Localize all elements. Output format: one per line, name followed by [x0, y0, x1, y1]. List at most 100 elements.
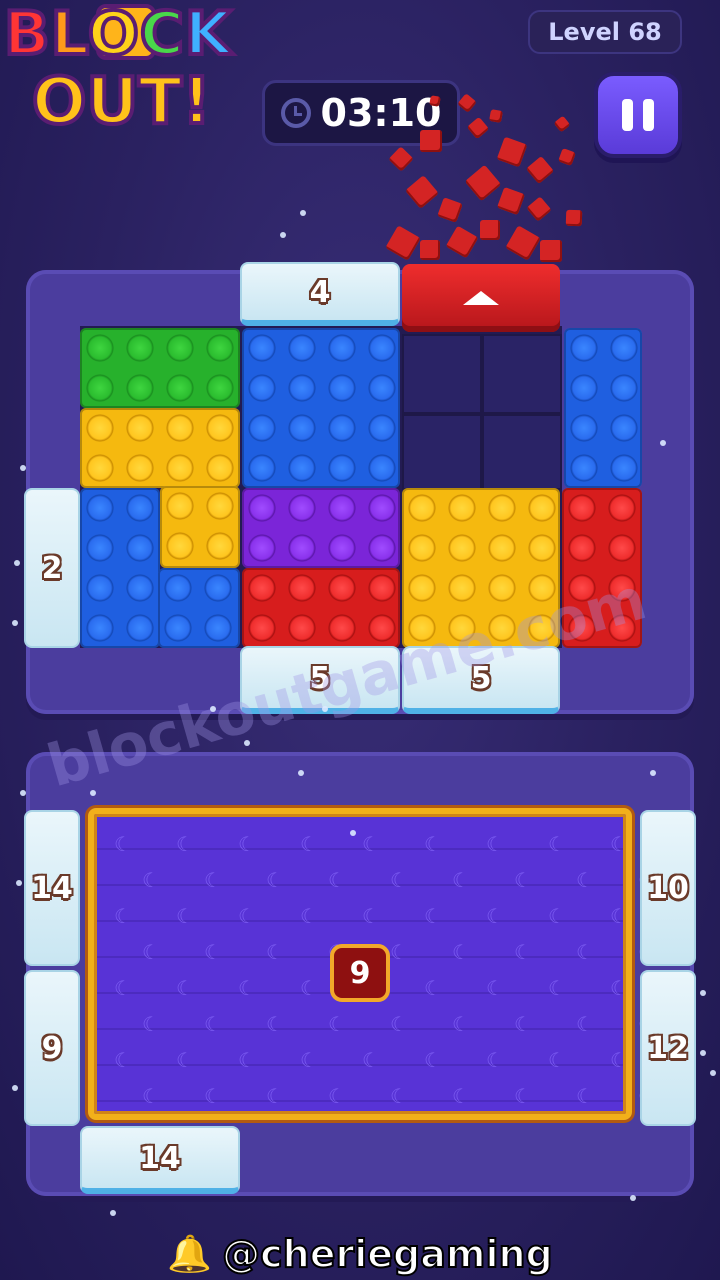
snow-particle — [650, 770, 656, 776]
moon-icon: ☾ — [362, 1048, 380, 1072]
debris-shard — [466, 116, 490, 140]
debris-shard — [540, 240, 562, 262]
snow-particle — [12, 620, 18, 626]
empty-cell — [482, 414, 562, 490]
moon-icon: ☾ — [204, 940, 222, 964]
moon-icon: ☾ — [266, 1012, 284, 1036]
moon-icon: ☾ — [610, 904, 628, 928]
debris-shard — [505, 225, 541, 261]
pause-button[interactable] — [594, 72, 682, 158]
debris-shard — [496, 136, 528, 168]
moon-icon: ☾ — [610, 976, 628, 1000]
debris-shard — [385, 225, 421, 261]
moon-icon: ☾ — [576, 868, 594, 892]
blue-l-block[interactable] — [80, 488, 160, 648]
snow-particle — [300, 210, 306, 216]
snow-particle — [700, 1050, 706, 1056]
moon-icon: ☾ — [328, 1084, 346, 1108]
moon-icon: ☾ — [328, 868, 346, 892]
debris-shard — [480, 220, 500, 240]
moon-icon: ☾ — [238, 832, 256, 856]
moon-icon: ☾ — [266, 1084, 284, 1108]
snow-particle — [16, 880, 22, 886]
snow-particle — [630, 1195, 636, 1201]
moon-icon: ☾ — [514, 1012, 532, 1036]
moon-icon: ☾ — [424, 1048, 442, 1072]
snow-particle — [700, 990, 706, 996]
debris-shard — [405, 175, 439, 209]
level-indicator: Level 68 — [528, 10, 682, 54]
clock-icon — [280, 98, 311, 128]
snow-particle — [110, 1210, 116, 1216]
moon-icon: ☾ — [424, 832, 442, 856]
moon-icon: ☾ — [300, 1048, 318, 1072]
snow-particle — [90, 790, 96, 796]
moon-icon: ☾ — [300, 976, 318, 1000]
debris-shard — [553, 115, 571, 133]
yellow-l-block[interactable] — [80, 408, 240, 488]
debris-shard — [388, 146, 414, 172]
ice-gate: 2 — [24, 488, 80, 648]
snow-particle — [710, 1070, 716, 1076]
moon-icon: ☾ — [176, 832, 194, 856]
moon-icon: ☾ — [204, 1012, 222, 1036]
moon-icon: ☾ — [576, 1012, 594, 1036]
snow-particle — [12, 1085, 18, 1091]
timer-text: 03:10 — [320, 91, 442, 135]
moon-icon: ☾ — [142, 940, 160, 964]
snow-particle — [20, 790, 26, 796]
moon-icon: ☾ — [114, 976, 132, 1000]
moon-icon: ☾ — [300, 832, 318, 856]
snow-particle — [14, 560, 20, 566]
moon-icon: ☾ — [390, 1012, 408, 1036]
blue-block[interactable] — [564, 328, 642, 488]
red-block[interactable] — [242, 568, 400, 648]
debris-shard — [420, 240, 440, 260]
yellow-l-block[interactable] — [160, 486, 240, 568]
moon-icon: ☾ — [548, 1048, 566, 1072]
creator-credit: 🔔 @cheriegaming — [0, 1228, 720, 1280]
moon-icon: ☾ — [514, 1084, 532, 1108]
debris-shard — [565, 209, 583, 227]
debris-shard — [558, 148, 576, 166]
pause-icon — [622, 99, 633, 131]
moon-icon: ☾ — [238, 904, 256, 928]
debris-shard — [496, 186, 526, 216]
moon-icon: ☾ — [424, 904, 442, 928]
moon-icon: ☾ — [362, 832, 380, 856]
debris-shard — [457, 93, 477, 113]
moon-icon: ☾ — [576, 940, 594, 964]
debris-shard — [445, 225, 479, 259]
moon-icon: ☾ — [328, 1012, 346, 1036]
moon-icon: ☾ — [452, 1012, 470, 1036]
moon-icon: ☾ — [238, 976, 256, 1000]
moon-icon: ☾ — [514, 868, 532, 892]
creator-handle: @cheriegaming — [221, 1231, 554, 1277]
snow-particle — [244, 740, 250, 746]
moon-icon: ☾ — [114, 832, 132, 856]
snow-particle — [280, 232, 286, 238]
moon-icon: ☾ — [176, 1048, 194, 1072]
purple-block[interactable] — [242, 488, 400, 568]
debris-shard — [525, 155, 555, 185]
blue-block[interactable] — [242, 328, 400, 488]
debris-shard — [437, 197, 463, 223]
moon-icon: ☾ — [142, 1012, 160, 1036]
snow-particle — [298, 770, 304, 776]
snow-particle — [210, 706, 216, 712]
moon-icon: ☾ — [486, 904, 504, 928]
moon-icon: ☾ — [142, 868, 160, 892]
moon-icon: ☾ — [390, 940, 408, 964]
green-block[interactable] — [80, 328, 240, 408]
ice-gate: 14 — [80, 1126, 240, 1194]
bell-icon: 🔔 — [167, 1234, 213, 1275]
moon-icon: ☾ — [204, 1084, 222, 1108]
blue-l-block[interactable] — [158, 568, 240, 648]
snow-particle — [350, 830, 356, 836]
moon-icon: ☾ — [114, 904, 132, 928]
moon-icon: ☾ — [362, 904, 380, 928]
moon-icon: ☾ — [114, 1048, 132, 1072]
moon-icon: ☾ — [266, 868, 284, 892]
moon-icon: ☾ — [486, 976, 504, 1000]
ice-gate: 9 — [24, 970, 80, 1126]
